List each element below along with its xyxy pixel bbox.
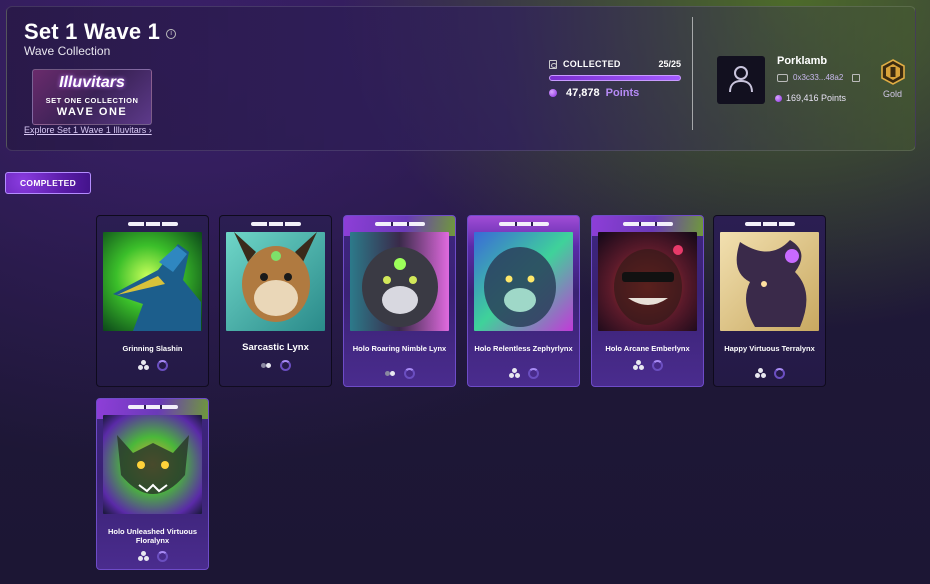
card-holo-unleashed-virtuous-floralynx[interactable]: Holo Unleashed Virtuous Floralynx bbox=[96, 398, 209, 570]
card-tab bbox=[498, 222, 549, 226]
progress-icon bbox=[651, 360, 663, 371]
card-name: Holo Arcane Emberlynx bbox=[605, 344, 690, 353]
card-name: Grinning Slashin bbox=[122, 344, 183, 353]
collected-count: 25/25 bbox=[658, 59, 681, 69]
logo-line-1: SET ONE COLLECTION bbox=[45, 96, 139, 105]
element-icon bbox=[260, 360, 272, 371]
collection-points-label: Points bbox=[605, 87, 640, 99]
card-tab bbox=[744, 222, 795, 226]
card-art bbox=[103, 232, 202, 331]
card-name: Happy Virtuous Terralynx bbox=[724, 344, 815, 353]
logo-brand: Illuvitars bbox=[59, 74, 125, 91]
element-icon bbox=[754, 368, 766, 379]
progress-icon bbox=[527, 368, 539, 379]
element-icon bbox=[632, 360, 644, 371]
user-points-value: 169,416 Points bbox=[786, 93, 847, 103]
card-name: Holo Relentless Zephyrlynx bbox=[474, 344, 573, 353]
progress-icon bbox=[279, 360, 291, 371]
page-title: Set 1 Wave 1 bbox=[24, 19, 161, 44]
wallet-row: 0x3c33...48a2 bbox=[777, 73, 861, 82]
card-art bbox=[226, 232, 325, 331]
collection-icon bbox=[549, 59, 557, 69]
collected-progress-bar bbox=[549, 75, 681, 81]
user-icon bbox=[729, 66, 753, 93]
collection-points-value: 47,878 bbox=[566, 87, 600, 99]
rank-label: Gold bbox=[883, 89, 903, 99]
copy-icon[interactable] bbox=[852, 73, 861, 82]
progress-icon bbox=[773, 368, 785, 379]
gold-rank-icon bbox=[881, 59, 905, 85]
card-sarcastic-lynx[interactable]: Sarcastic Lynx bbox=[219, 215, 332, 387]
card-name: Holo Roaring Nimble Lynx bbox=[352, 344, 447, 353]
collection-logo: Illuvitars SET ONE COLLECTION WAVE ONE bbox=[32, 69, 152, 125]
card-tab bbox=[374, 222, 425, 226]
wallet-address: 0x3c33...48a2 bbox=[793, 73, 844, 82]
user-points: 169,416 Points bbox=[775, 93, 846, 103]
progress-icon bbox=[403, 368, 415, 379]
title-row: Set 1 Wave 1 i bbox=[24, 19, 177, 45]
card-art bbox=[350, 232, 449, 331]
card-name: Holo Unleashed Virtuous Floralynx bbox=[107, 527, 198, 545]
card-holo-roaring-nimble-lynx[interactable]: Holo Roaring Nimble Lynx bbox=[343, 215, 456, 387]
element-icon bbox=[137, 360, 149, 371]
card-grinning-slashin[interactable]: Grinning Slashin bbox=[96, 215, 209, 387]
page-subtitle: Wave Collection bbox=[24, 44, 111, 58]
element-icon bbox=[384, 368, 396, 379]
points-icon bbox=[549, 89, 557, 97]
username: Porklamb bbox=[777, 55, 828, 67]
card-holo-arcane-emberlynx[interactable]: Holo Arcane Emberlynx bbox=[591, 215, 704, 387]
card-tab bbox=[127, 405, 178, 409]
card-art bbox=[720, 232, 819, 331]
completed-filter-tag[interactable]: COMPLETED bbox=[5, 172, 91, 194]
card-art bbox=[474, 232, 573, 331]
wallet-icon bbox=[777, 73, 788, 82]
explore-link[interactable]: Explore Set 1 Wave 1 Illuvitars › bbox=[24, 125, 152, 135]
card-tab bbox=[250, 222, 301, 226]
card-holo-relentless-zephyrlynx[interactable]: Holo Relentless Zephyrlynx bbox=[467, 215, 580, 387]
progress-icon bbox=[156, 551, 168, 562]
card-tab bbox=[622, 222, 673, 226]
card-name: Sarcastic Lynx bbox=[242, 342, 309, 353]
element-icon bbox=[508, 368, 520, 379]
element-icon bbox=[137, 551, 149, 562]
collection-header: Set 1 Wave 1 i Wave Collection Illuvitar… bbox=[6, 6, 916, 151]
logo-line-2: WAVE ONE bbox=[56, 106, 128, 118]
collected-label: COLLECTED bbox=[563, 59, 621, 69]
collected-progress: COLLECTED 25/25 47,878 Points bbox=[549, 59, 681, 99]
card-tab bbox=[127, 222, 178, 226]
card-art bbox=[103, 415, 202, 514]
avatar[interactable] bbox=[717, 56, 765, 104]
user-points-icon bbox=[775, 94, 782, 102]
info-icon[interactable]: i bbox=[166, 29, 177, 39]
header-divider bbox=[692, 17, 693, 130]
card-happy-virtuous-terralynx[interactable]: Happy Virtuous Terralynx bbox=[713, 215, 826, 387]
progress-icon bbox=[156, 360, 168, 371]
card-art bbox=[598, 232, 697, 331]
